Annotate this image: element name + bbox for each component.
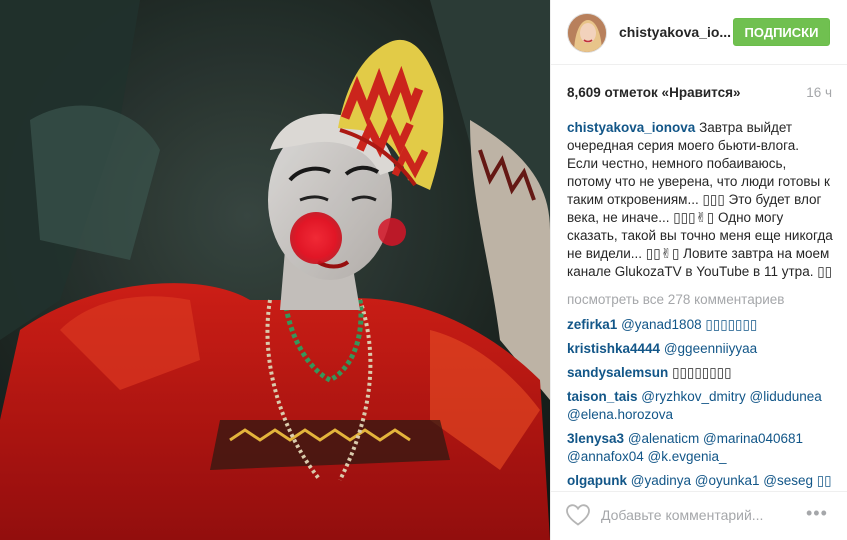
likes-count[interactable]: 8,609 отметок «Нравится» <box>567 85 741 100</box>
comment-username[interactable]: taison_tais <box>567 389 638 404</box>
comments-list: chistyakova_ionova Завтра выйдет очередн… <box>567 119 833 491</box>
comment-item: taison_tais @ryzhkov_dmitry @lidudunea @… <box>567 388 833 424</box>
more-options-icon[interactable]: ••• <box>806 504 836 524</box>
comment-username[interactable]: sandysalemsun <box>567 365 668 380</box>
comment-footer: ••• <box>551 491 847 540</box>
post-video[interactable] <box>0 0 550 540</box>
comment-username[interactable]: zefirka1 <box>567 317 617 332</box>
comment-item: 3lenysa3 @alenaticm @marina040681 @annaf… <box>567 430 833 466</box>
comment-username[interactable]: 3lenysa3 <box>567 431 624 446</box>
comment-item: olgapunk @yadinya @oyunka1 @seseg ▯▯ <box>567 472 833 490</box>
avatar[interactable] <box>567 13 607 53</box>
likes-row: 8,609 отметок «Нравится» 16 ч <box>567 83 832 103</box>
comment-text: @yanad1808 ▯▯▯▯▯▯▯ <box>621 317 758 332</box>
post-timestamp[interactable]: 16 ч <box>806 85 832 100</box>
comment-input[interactable] <box>601 504 801 526</box>
view-all-comments-link[interactable]: посмотреть все 278 комментариев <box>567 291 833 309</box>
comment-text: @yadinya @oyunka1 @seseg ▯▯ <box>630 473 832 488</box>
heart-icon[interactable] <box>565 503 591 527</box>
post-side-panel: chistyakova_io... ПОДПИСКИ 8,609 отметок… <box>550 0 847 540</box>
post-header: chistyakova_io... ПОДПИСКИ <box>551 0 847 65</box>
post-caption: chistyakova_ionova Завтра выйдет очередн… <box>567 119 833 281</box>
avatar-image <box>568 14 606 52</box>
caption-username[interactable]: chistyakova_ionova <box>567 120 695 135</box>
comment-username[interactable]: kristishka4444 <box>567 341 660 356</box>
post-video-frame <box>0 0 550 540</box>
comment-item: sandysalemsun ▯▯▯▯▯▯▯▯ <box>567 364 833 382</box>
comment-item: kristishka4444 @ggeenniiyyaa <box>567 340 833 358</box>
caption-text: Завтра выйдет очередная серия моего бьют… <box>567 120 833 279</box>
follow-button[interactable]: ПОДПИСКИ <box>733 18 830 46</box>
comment-username[interactable]: olgapunk <box>567 473 627 488</box>
post-author-username[interactable]: chistyakova_io... <box>619 24 731 40</box>
comment-text: @ggeenniiyyaa <box>663 341 758 356</box>
comment-item: zefirka1 @yanad1808 ▯▯▯▯▯▯▯ <box>567 316 833 334</box>
comment-text: ▯▯▯▯▯▯▯▯ <box>672 365 732 380</box>
